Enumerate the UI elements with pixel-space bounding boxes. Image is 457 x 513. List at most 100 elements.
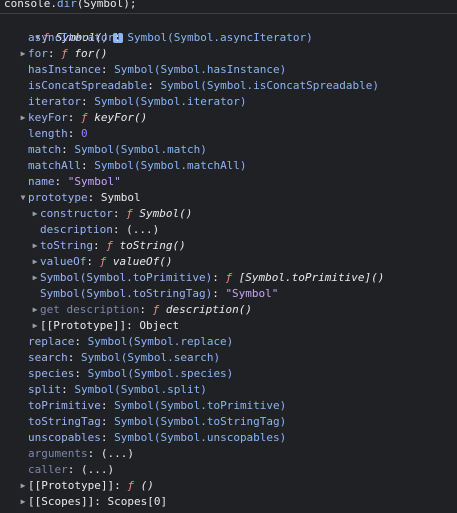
property-row[interactable]: ▶ [[Scopes]]: Scopes[0] [0,494,457,510]
property-value: ƒ [99,255,113,268]
property-separator: : [114,31,128,44]
property-value: Symbol() [139,207,193,220]
triangle-right-icon[interactable]: ▶ [30,238,40,254]
property-separator: : [54,175,68,188]
property-row[interactable]: ▶ keyFor: ƒ keyFor() [0,110,457,126]
property-key: iterator [28,95,81,108]
triangle-right-icon[interactable]: ▶ [30,270,40,286]
triangle-down-icon[interactable]: ▼ [18,190,28,206]
property-row: name: "Symbol" [0,174,457,190]
property-key: get description [40,303,140,316]
triangle-right-icon[interactable]: ▶ [30,254,40,270]
property-row: split: Symbol(Symbol.split) [0,382,457,398]
property-value: Symbol(Symbol.isConcatSpreadable) [160,79,380,92]
property-key: toPrimitive [28,399,101,412]
console-command: console.dir(Symbol); [0,0,457,14]
property-separator: : [100,415,115,428]
property-separator: : [61,383,75,396]
property-key: Symbol(Symbol.toStringTag) [40,287,213,300]
property-separator: : [67,351,81,364]
toggle-spacer [18,446,28,462]
property-value: Symbol(Symbol.toStringTag) [114,415,287,428]
property-separator: : [212,287,226,300]
property-value: Object [139,319,180,332]
property-row: search: Symbol(Symbol.search) [0,350,457,366]
toggle-spacer [18,78,28,94]
property-row[interactable]: ▶ get description: ƒ description() [0,302,457,318]
property-separator: : [74,367,88,380]
property-separator: : [80,159,95,172]
property-row: toStringTag: Symbol(Symbol.toStringTag) [0,414,457,430]
property-row[interactable]: ▶ Symbol(Symbol.toPrimitive): ƒ [Symbol.t… [0,270,457,286]
property-separator: : [147,79,161,92]
property-value: for() [74,47,108,60]
triangle-right-icon[interactable]: ▶ [18,478,28,494]
property-key: [[Prototype]] [40,319,127,332]
property-separator: : [74,335,88,348]
toggle-spacer [18,414,28,430]
property-value: description() [165,303,252,316]
property-value: Symbol(Symbol.unscopables) [114,431,287,444]
property-separator: : [100,399,115,412]
toggle-spacer [30,222,40,238]
property-value: (...) [126,223,160,236]
command-method: dir [56,0,77,10]
property-key: match [28,143,62,156]
property-row: isConcatSpreadable: Symbol(Symbol.isConc… [0,78,457,94]
toggle-spacer [18,94,28,110]
property-value: Symbol(Symbol.split) [74,383,207,396]
triangle-right-icon[interactable]: ▶ [30,302,40,318]
property-separator: : [112,223,127,236]
toggle-spacer [18,382,28,398]
property-row[interactable]: ▶ constructor: ƒ Symbol() [0,206,457,222]
property-row[interactable]: ▼ prototype: Symbol [0,190,457,206]
property-row: caller: (...) [0,462,457,478]
property-value: ƒ [126,207,140,220]
property-value: "Symbol" [67,175,121,188]
triangle-right-icon[interactable]: ▶ [18,110,28,126]
property-row: Symbol(Symbol.toStringTag): "Symbol" [0,286,457,302]
property-separator: : [92,239,107,252]
property-row[interactable]: ▶ for: ƒ for() [0,46,457,62]
property-value: ƒ [61,47,75,60]
property-separator: : [114,479,128,492]
property-row[interactable]: ▶ valueOf: ƒ valueOf() [0,254,457,270]
property-value: Symbol(Symbol.hasInstance) [114,63,287,76]
triangle-right-icon[interactable]: ▶ [18,494,28,510]
property-row[interactable]: ▶ [[Prototype]]: Object [0,318,457,334]
triangle-right-icon[interactable]: ▶ [30,318,40,334]
toggle-spacer [18,462,28,478]
triangle-right-icon[interactable]: ▶ [30,206,40,222]
property-separator: : [139,303,153,316]
property-separator: : [61,143,75,156]
toggle-spacer [18,174,28,190]
property-value: ƒ [106,239,120,252]
property-separator: : [126,319,140,332]
property-separator: : [100,63,115,76]
property-key: replace [28,335,75,348]
property-row: description: (...) [0,222,457,238]
property-key: species [28,367,75,380]
property-row[interactable]: ▶ [[Prototype]]: ƒ () [0,478,457,494]
property-key: isConcatSpreadable [28,79,148,92]
object-root[interactable]: ▼ ƒ Symbol() i [0,14,457,44]
toggle-spacer [18,62,28,78]
property-separator: : [67,111,81,124]
console-panel: console.dir(Symbol); ▼ ƒ Symbol() i asyncI… [0,0,457,513]
property-row: replace: Symbol(Symbol.replace) [0,334,457,350]
property-value: keyFor() [94,111,148,124]
property-value: (...) [100,447,134,460]
property-row[interactable]: ▶ toString: ƒ toString() [0,238,457,254]
property-value: 0 [81,127,88,140]
property-value: Symbol(Symbol.iterator) [94,95,247,108]
property-row: length: 0 [0,126,457,142]
property-value: Scopes[0] [107,495,168,508]
triangle-right-icon[interactable]: ▶ [18,46,28,62]
property-row: matchAll: Symbol(Symbol.matchAll) [0,158,457,174]
toggle-spacer [18,126,28,142]
property-row: unscopables: Symbol(Symbol.unscopables) [0,430,457,446]
property-value: () [140,479,154,492]
property-value: Symbol(Symbol.species) [87,367,234,380]
property-row: match: Symbol(Symbol.match) [0,142,457,158]
property-key: length [28,127,68,140]
